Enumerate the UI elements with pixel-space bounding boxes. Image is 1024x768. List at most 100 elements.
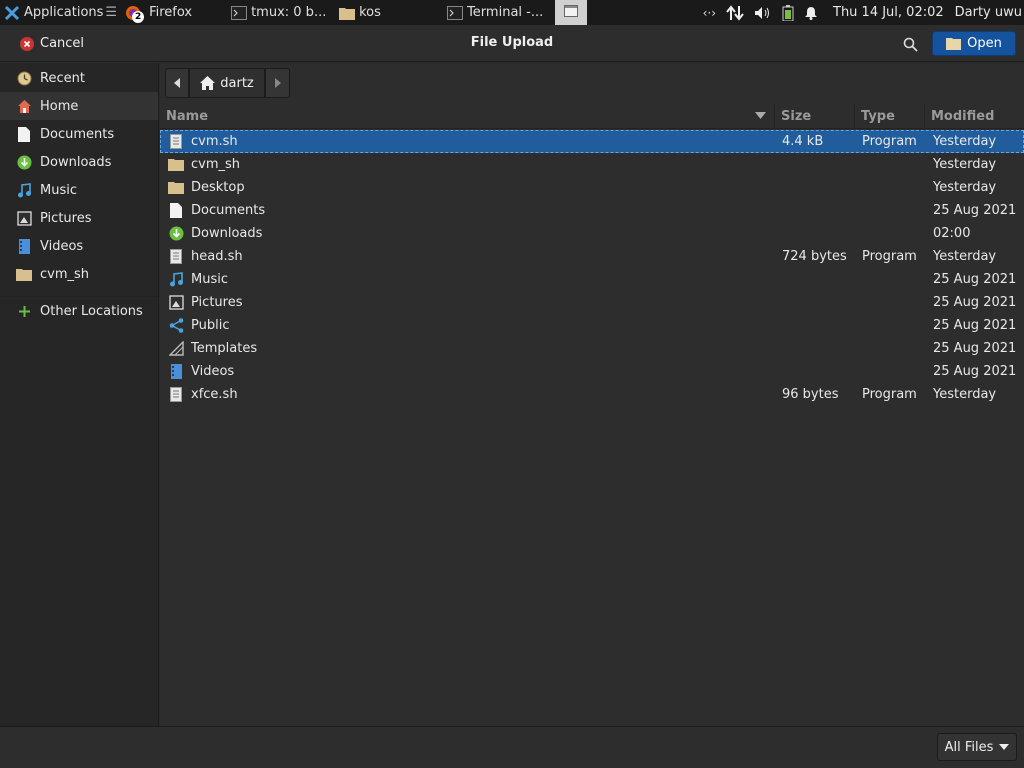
taskbar-tmux[interactable]: tmux: 0 b... xyxy=(227,0,335,25)
document-icon xyxy=(16,126,32,142)
music-icon xyxy=(16,182,32,198)
file-type: Program xyxy=(862,249,917,264)
taskbar-kos[interactable]: kos xyxy=(335,0,443,25)
folder-icon xyxy=(168,180,184,196)
chevron-down-icon xyxy=(999,743,1010,751)
download-icon xyxy=(16,154,32,170)
applications-suffix: ☰ xyxy=(105,5,118,20)
places-sidebar: Recent Home Documents Downloads Music Pi… xyxy=(0,63,159,726)
file-type xyxy=(862,291,930,314)
file-row-music[interactable]: Music 25 Aug 2021 xyxy=(160,268,1024,291)
firefox-icon: 2 xyxy=(125,5,145,23)
file-modified: 25 Aug 2021 xyxy=(933,341,1017,356)
file-size xyxy=(782,291,860,314)
sidebar-item-label: Pictures xyxy=(40,210,92,226)
column-modified[interactable]: Modified xyxy=(924,104,1024,129)
file-filter-dropdown[interactable]: All Files xyxy=(937,733,1017,761)
column-size-label: Size xyxy=(781,109,812,124)
column-type[interactable]: Type xyxy=(854,104,924,129)
file-row-public[interactable]: Public 25 Aug 2021 xyxy=(160,314,1024,337)
open-button[interactable]: Open xyxy=(932,31,1016,56)
chevron-left-icon xyxy=(173,78,181,88)
firefox-label: Firefox xyxy=(149,5,193,20)
column-size[interactable]: Size xyxy=(774,104,854,129)
file-modified: 25 Aug 2021 xyxy=(933,364,1017,379)
battery-icon[interactable] xyxy=(782,4,794,21)
file-row-cvm-sh-script[interactable]: cvm.sh 4.4 kB Program Yesterday xyxy=(160,130,1024,153)
file-name: head.sh xyxy=(191,249,243,264)
transfer-icon[interactable] xyxy=(726,4,744,21)
taskbar-terminal[interactable]: Terminal -... xyxy=(443,0,551,25)
music-icon xyxy=(168,272,184,288)
sidebar-item-recent[interactable]: Recent xyxy=(0,64,158,92)
file-row-desktop[interactable]: Desktop Yesterday xyxy=(160,176,1024,199)
file-size: 96 bytes xyxy=(782,387,839,402)
file-row-cvm-sh-folder[interactable]: cvm_sh Yesterday xyxy=(160,153,1024,176)
top-panel: Applications ☰ 2 Firefox tmux: 0 b... ko… xyxy=(0,0,1024,25)
file-row-pictures[interactable]: Pictures 25 Aug 2021 xyxy=(160,291,1024,314)
taskbar-file-dialog[interactable] xyxy=(555,0,588,25)
file-row-downloads[interactable]: Downloads 02:00 xyxy=(160,222,1024,245)
sidebar-item-downloads[interactable]: Downloads xyxy=(0,148,158,176)
sidebar-item-label: cvm_sh xyxy=(40,266,90,282)
file-type xyxy=(862,176,930,199)
file-row-templates[interactable]: Templates 25 Aug 2021 xyxy=(160,337,1024,360)
file-type xyxy=(862,199,930,222)
file-size xyxy=(782,337,860,360)
file-size xyxy=(782,176,860,199)
sidebar-item-home[interactable]: Home xyxy=(0,92,158,120)
cancel-button[interactable]: Cancel xyxy=(12,31,92,56)
notification-bell-icon[interactable] xyxy=(804,6,818,20)
file-modified: Yesterday xyxy=(933,249,997,264)
sidebar-item-pictures[interactable]: Pictures xyxy=(0,204,158,232)
taskbar-label: kos xyxy=(359,5,381,20)
search-button[interactable] xyxy=(898,33,922,55)
sort-down-icon xyxy=(755,112,766,120)
file-size xyxy=(782,222,860,245)
user-name[interactable]: Darty uwu xyxy=(955,5,1022,20)
file-type xyxy=(862,360,930,383)
system-tray: ‹·› Thu 14 Jul, 02:02 Darty uwu xyxy=(698,0,1024,25)
column-name[interactable]: Name xyxy=(160,104,774,129)
sidebar-item-other-locations[interactable]: Other Locations xyxy=(0,297,158,325)
taskbar-label: Terminal -... xyxy=(467,5,544,20)
file-row-videos[interactable]: Videos 25 Aug 2021 xyxy=(160,360,1024,383)
taskbar-label: tmux: 0 b... xyxy=(251,5,327,20)
share-icon xyxy=(168,318,184,334)
file-type xyxy=(862,337,930,360)
file-row-head-sh[interactable]: head.sh 724 bytes Program Yesterday xyxy=(160,245,1024,268)
applications-menu[interactable]: Applications ☰ xyxy=(0,0,121,25)
path-back-button[interactable] xyxy=(165,68,189,98)
file-name: Templates xyxy=(191,341,258,356)
xfce-logo-icon xyxy=(4,5,20,21)
file-modified: Yesterday xyxy=(933,134,997,149)
sidebar-item-music[interactable]: Music xyxy=(0,176,158,204)
column-header: Name Size Type Modified xyxy=(160,104,1024,129)
file-type: Program xyxy=(862,387,917,402)
cancel-icon xyxy=(20,36,34,51)
file-size xyxy=(782,314,860,337)
pictures-icon xyxy=(16,210,32,226)
video-icon xyxy=(16,238,32,254)
network-icon[interactable]: ‹·› xyxy=(703,6,716,20)
terminal-icon xyxy=(447,5,464,21)
sidebar-item-documents[interactable]: Documents xyxy=(0,120,158,148)
path-forward-button[interactable] xyxy=(265,68,290,98)
folder-icon xyxy=(16,266,32,282)
file-row-documents[interactable]: Documents 25 Aug 2021 xyxy=(160,199,1024,222)
folder-icon xyxy=(339,5,356,21)
path-home-button[interactable]: dartz xyxy=(189,68,265,98)
sidebar-item-cvm-sh[interactable]: cvm_sh xyxy=(0,260,158,288)
file-row-xfce-sh[interactable]: xfce.sh 96 bytes Program Yesterday xyxy=(160,383,1024,406)
file-list: Name Size Type Modified cvm.sh 4.4 kB Pr… xyxy=(160,104,1024,726)
file-name: Music xyxy=(191,272,228,287)
folder-icon xyxy=(168,157,184,173)
window-icon xyxy=(564,4,579,21)
file-size xyxy=(782,268,860,291)
open-label: Open xyxy=(967,36,1002,51)
file-size xyxy=(782,199,860,222)
clock[interactable]: Thu 14 Jul, 02:02 xyxy=(833,5,944,20)
volume-icon[interactable] xyxy=(754,6,772,20)
sidebar-item-videos[interactable]: Videos xyxy=(0,232,158,260)
taskbar-firefox[interactable]: 2 Firefox xyxy=(121,0,227,25)
